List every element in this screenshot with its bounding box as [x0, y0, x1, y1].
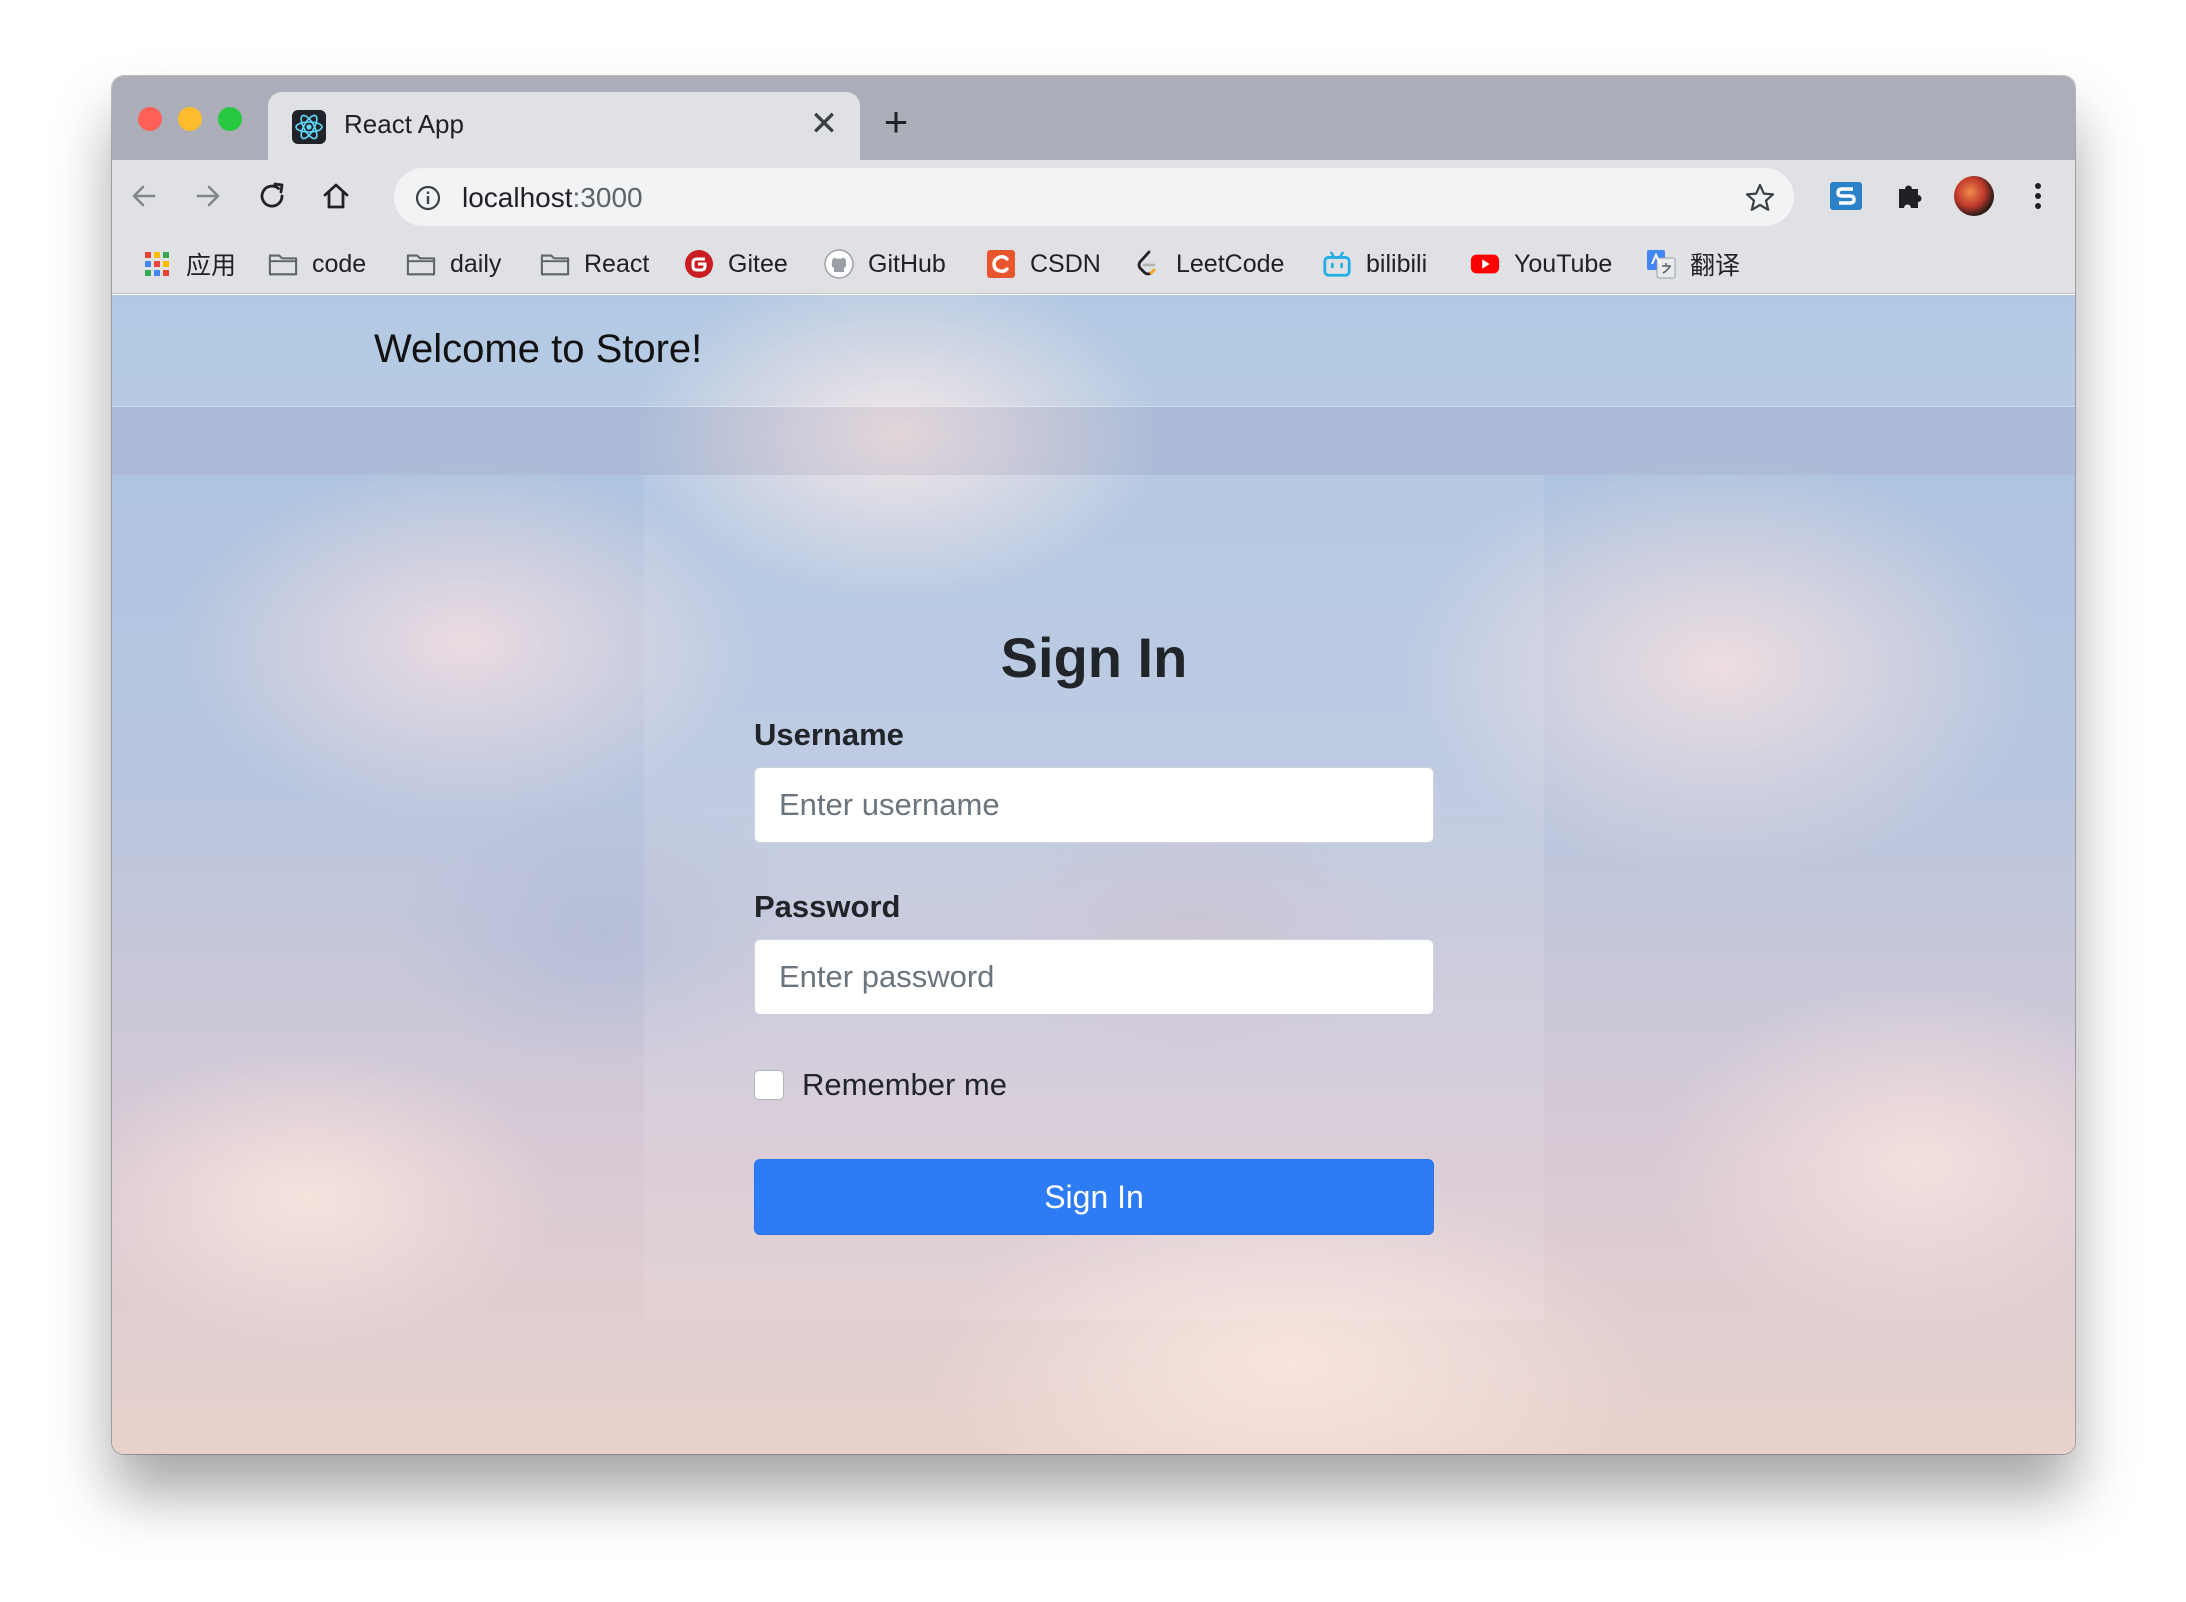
- browser-menu-button[interactable]: [2014, 172, 2062, 220]
- extension-s-button[interactable]: [1822, 172, 1870, 220]
- bookmark-github[interactable]: GitHub: [824, 246, 946, 282]
- apps-grid-icon: [142, 249, 172, 279]
- bookmark-youtube[interactable]: YouTube: [1470, 246, 1612, 282]
- bookmark-label: CSDN: [1030, 249, 1101, 278]
- forward-button[interactable]: [184, 172, 232, 220]
- reload-icon: [260, 182, 284, 208]
- google-translate-icon: [1646, 249, 1676, 279]
- arrow-left-icon: [132, 185, 156, 207]
- remember-me-checkbox[interactable]: [754, 1070, 784, 1100]
- bookmark-translate[interactable]: 翻译: [1646, 246, 1740, 282]
- bookmark-bilibili[interactable]: bilibili: [1322, 246, 1427, 282]
- leetcode-icon: [1132, 249, 1162, 279]
- folder-icon: [540, 249, 570, 279]
- username-label: Username: [754, 717, 904, 752]
- folder-icon: [406, 249, 436, 279]
- arrow-right-icon: [196, 185, 220, 207]
- username-input[interactable]: [754, 767, 1434, 843]
- url-port: :3000: [572, 182, 643, 213]
- home-button[interactable]: [312, 172, 360, 220]
- remember-me-label[interactable]: Remember me: [802, 1067, 1007, 1103]
- bookmark-label: bilibili: [1366, 249, 1428, 278]
- bookmark-label: Gitee: [728, 249, 788, 278]
- profile-avatar[interactable]: [1950, 172, 1998, 220]
- bookmark-folder-daily[interactable]: daily: [406, 246, 501, 282]
- tab-strip: React App ✕ +: [112, 76, 2075, 160]
- bookmark-label: GitHub: [868, 249, 946, 278]
- avatar-icon: [1954, 176, 1994, 216]
- bookmark-folder-code[interactable]: code: [268, 246, 366, 282]
- more-vertical-icon: [2035, 183, 2041, 209]
- maximize-window-button[interactable]: [218, 107, 242, 131]
- bookmark-label: code: [312, 249, 367, 278]
- github-icon: [824, 249, 854, 279]
- folder-icon: [268, 249, 298, 279]
- bookmark-label: 翻译: [1690, 252, 1741, 280]
- browser-toolbar: localhost:3000: [112, 160, 2075, 232]
- bookmark-label: LeetCode: [1176, 249, 1285, 278]
- close-window-button[interactable]: [138, 107, 162, 131]
- signin-form: Sign In Username Password Remember me Si…: [644, 475, 1544, 1320]
- signin-title: Sign In: [1000, 626, 1188, 689]
- bookmark-label: YouTube: [1514, 249, 1613, 278]
- tab-close-icon[interactable]: ✕: [804, 104, 844, 144]
- bookmark-apps[interactable]: 应用: [142, 246, 236, 282]
- bookmark-folder-react[interactable]: React: [540, 246, 649, 282]
- password-input[interactable]: [754, 939, 1434, 1015]
- youtube-icon: [1470, 249, 1500, 279]
- remember-me-row[interactable]: Remember me: [754, 1065, 1007, 1105]
- csdn-icon: [986, 249, 1016, 279]
- bookmark-csdn[interactable]: CSDN: [986, 246, 1101, 282]
- back-button[interactable]: [120, 172, 168, 220]
- reload-button[interactable]: [248, 172, 296, 220]
- browser-window: React App ✕ + localhost:3000 应用 code dai…: [112, 76, 2075, 1454]
- tab-react-app[interactable]: React App ✕: [268, 92, 860, 160]
- extensions-button[interactable]: [1886, 172, 1934, 220]
- signin-button[interactable]: Sign In: [754, 1159, 1434, 1235]
- gitee-icon: [684, 249, 714, 279]
- bookmark-label: React: [584, 249, 650, 278]
- puzzle-icon: [1899, 185, 1922, 208]
- password-label: Password: [754, 889, 901, 924]
- bookmark-leetcode[interactable]: LeetCode: [1132, 246, 1284, 282]
- bookmark-label: 应用: [186, 252, 237, 280]
- address-bar[interactable]: localhost:3000: [394, 168, 1794, 226]
- extension-s-icon: [1830, 182, 1862, 210]
- header-band: [112, 407, 2075, 475]
- bookmark-star-icon[interactable]: [1744, 182, 1776, 214]
- navbar-brand[interactable]: Welcome to Store!: [374, 327, 702, 372]
- url-text[interactable]: localhost:3000: [462, 182, 643, 214]
- tab-title: React App: [344, 109, 464, 139]
- page-content: Welcome to Store! Sign In Username Passw…: [112, 295, 2075, 1454]
- navbar: Welcome to Store!: [112, 295, 2075, 407]
- minimize-window-button[interactable]: [178, 107, 202, 131]
- bookmark-gitee[interactable]: Gitee: [684, 246, 788, 282]
- url-host: localhost: [462, 182, 573, 213]
- react-icon: [292, 110, 326, 144]
- info-icon[interactable]: [414, 184, 442, 212]
- home-icon: [323, 183, 349, 209]
- new-tab-button[interactable]: +: [876, 101, 916, 144]
- bookmark-label: daily: [450, 249, 502, 278]
- bookmarks-bar: 应用 code daily React Gitee GitHub CSDN Le…: [112, 232, 2075, 294]
- bilibili-icon: [1322, 249, 1352, 279]
